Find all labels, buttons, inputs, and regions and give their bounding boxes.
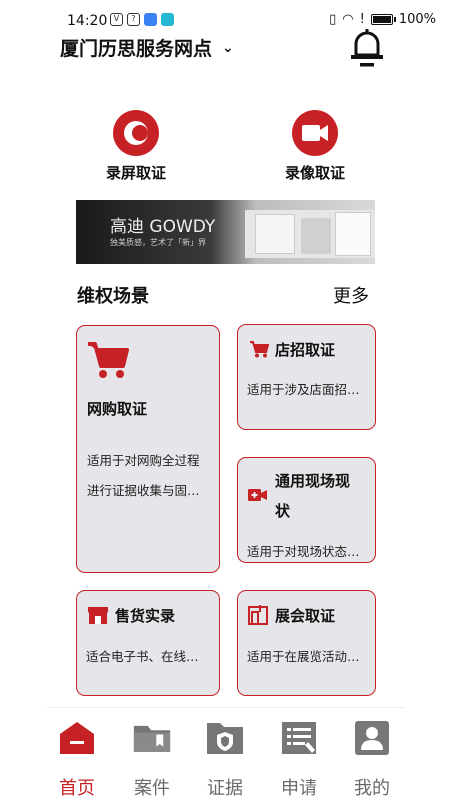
nav-label: 我的 xyxy=(354,778,390,799)
vibrate-icon: ▯ xyxy=(329,12,337,27)
location-title: 厦门历思服务网点 xyxy=(60,38,213,60)
card-desc: 适合电子书、在线… xyxy=(86,649,199,664)
nav-evidence[interactable]: 证据 xyxy=(195,708,255,800)
screen-record-evidence-button[interactable]: 录屏取证 xyxy=(76,110,196,183)
screen-record-label: 录屏取证 xyxy=(105,164,166,182)
card-desc-line2: 进行证据收集与固… xyxy=(87,483,200,498)
status-time: 14:20 xyxy=(67,13,108,29)
shopping-cart-icon xyxy=(88,342,129,378)
chevron-down-icon: ⌄ xyxy=(222,39,234,56)
profile-icon xyxy=(355,721,389,755)
banner-subtitle: 独美质感，艺术了「新」界 xyxy=(110,238,206,247)
exhibition-evidence-card[interactable]: 展会取证 适用于在展览活动… xyxy=(237,590,376,696)
vpn-icon: V xyxy=(110,13,123,26)
banner-kitchen-image xyxy=(245,210,375,258)
bell-icon[interactable] xyxy=(348,26,386,68)
booth-icon xyxy=(248,605,268,625)
message-icon xyxy=(161,13,174,26)
online-shopping-evidence-card[interactable]: 网购取证 适用于对网购全过程 进行证据收集与固… xyxy=(76,325,220,573)
shop-sign-evidence-card[interactable]: 店招取证 适用于涉及店面招… xyxy=(237,324,376,430)
card-desc: 适用于对现场状态… xyxy=(247,544,360,559)
video-record-label: 录像取证 xyxy=(284,164,345,182)
evidence-shield-icon xyxy=(207,723,243,754)
nav-label: 证据 xyxy=(207,778,243,799)
application-form-icon xyxy=(282,722,316,754)
store-icon xyxy=(88,607,108,624)
battery-level: 100% xyxy=(398,12,436,27)
more-link[interactable]: 更多 xyxy=(333,282,369,308)
card-title: 展会取证 xyxy=(275,607,336,625)
sales-record-card[interactable]: 售货实录 适合电子书、在线… xyxy=(76,590,220,696)
card-title-line1: 通用现场现 xyxy=(275,472,351,490)
shield-icon: ? xyxy=(127,13,140,26)
shopping-cart-icon xyxy=(250,341,269,358)
nav-profile[interactable]: 我的 xyxy=(342,708,402,800)
video-add-icon xyxy=(248,489,267,501)
card-desc: 适用于在展览活动… xyxy=(247,649,360,664)
alert-icon: ! xyxy=(359,12,365,27)
promo-banner[interactable]: 高迪 GOWDY 独美质感，艺术了「新」界 xyxy=(76,200,375,264)
folder-icon xyxy=(133,725,171,752)
onsite-status-evidence-card[interactable]: 通用现场现 状 适用于对现场状态… xyxy=(237,457,376,563)
battery-icon xyxy=(370,14,396,25)
banner-brand: 高迪 GOWDY xyxy=(110,217,216,237)
nav-label: 申请 xyxy=(281,778,317,799)
notification-icons: V ? xyxy=(110,13,174,26)
screen-record-icon xyxy=(113,110,159,156)
bottom-nav: 首页 案件 证据 申请 我的 xyxy=(47,707,405,800)
home-icon xyxy=(60,722,94,754)
app-notification-icon xyxy=(144,13,157,26)
nav-apply[interactable]: 申请 xyxy=(269,708,329,800)
card-title: 店招取证 xyxy=(275,341,336,359)
nav-label: 案件 xyxy=(134,778,170,799)
status-bar: 14:20 V ? ▯ ◠ ! 100% xyxy=(0,0,450,29)
card-title: 售货实录 xyxy=(115,607,176,625)
video-record-evidence-button[interactable]: 录像取证 xyxy=(255,110,375,183)
location-selector[interactable]: 厦门历思服务网点 ⌄ xyxy=(60,34,234,61)
wifi-icon: ◠ xyxy=(342,12,354,27)
nav-cases[interactable]: 案件 xyxy=(122,708,182,800)
section-title: 维权场景 xyxy=(77,286,149,307)
nav-home[interactable]: 首页 xyxy=(47,708,107,800)
card-title: 网购取证 xyxy=(87,400,148,418)
video-camera-icon xyxy=(292,110,338,156)
status-right: ▯ ◠ ! 100% xyxy=(329,12,436,27)
card-desc-line1: 适用于对网购全过程 xyxy=(87,453,200,468)
card-title-line2: 状 xyxy=(275,502,291,520)
nav-label: 首页 xyxy=(59,778,95,799)
card-desc: 适用于涉及店面招… xyxy=(247,382,360,397)
